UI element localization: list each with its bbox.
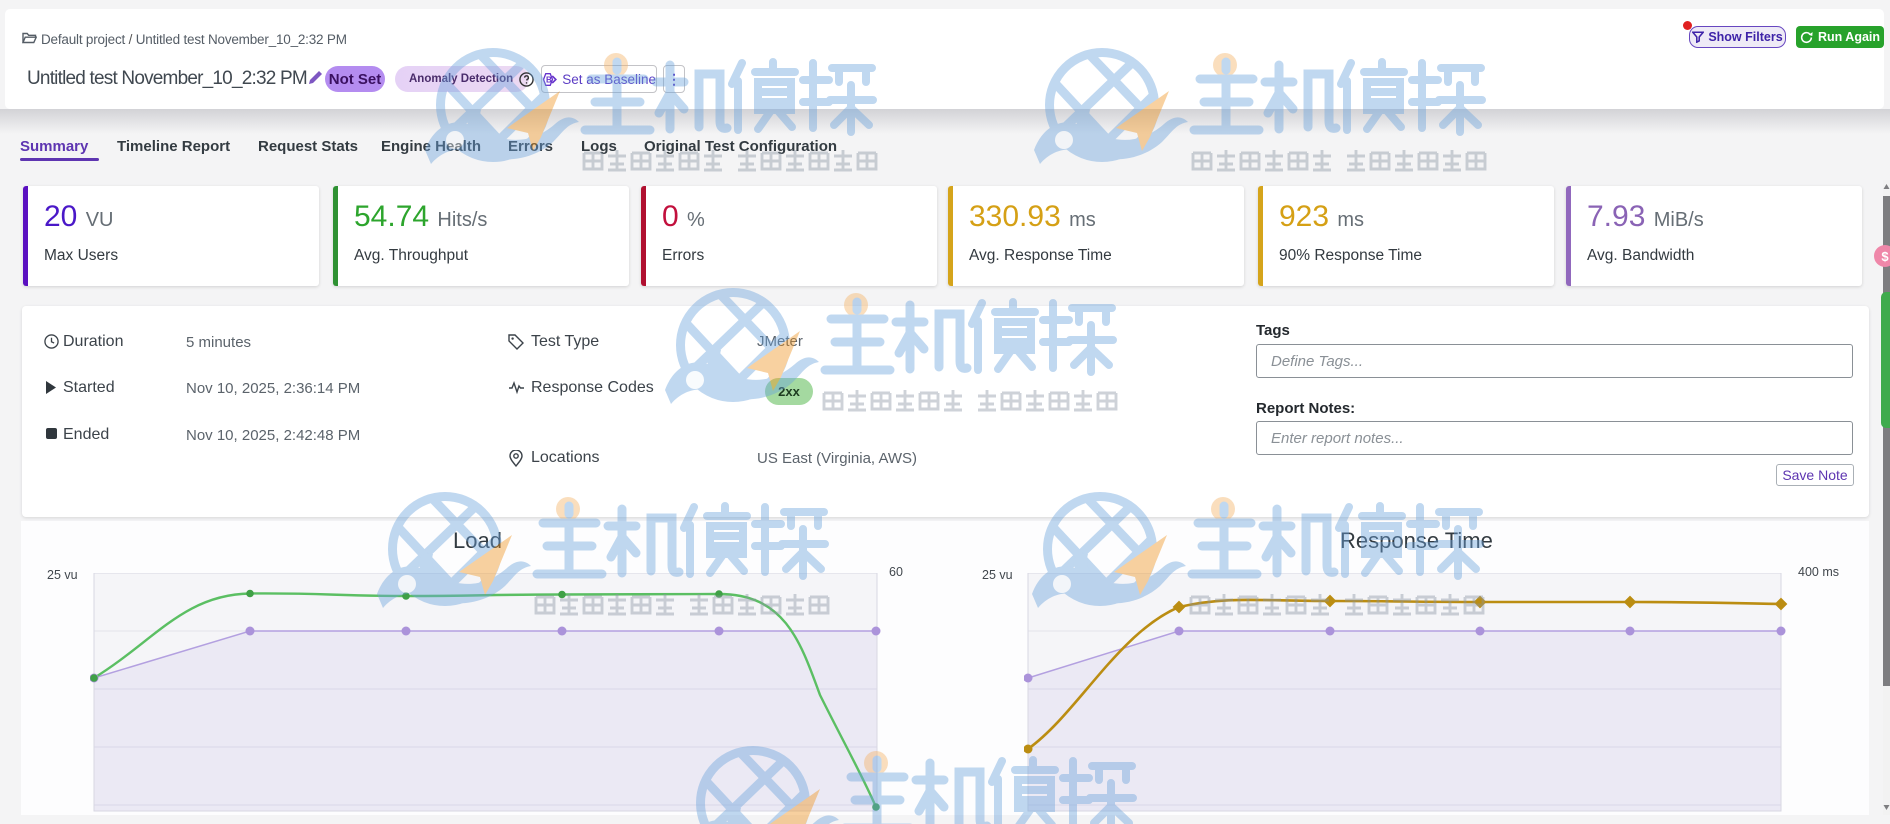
svg-text:B: B xyxy=(546,75,552,84)
